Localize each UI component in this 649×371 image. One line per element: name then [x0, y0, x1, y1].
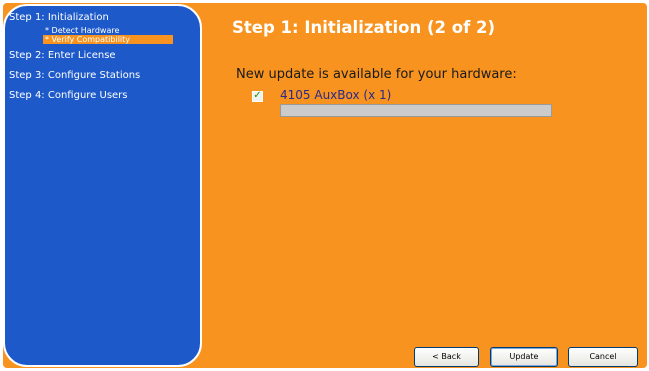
- update-message: New update is available for your hardwar…: [236, 67, 517, 82]
- cancel-button[interactable]: Cancel: [568, 347, 638, 367]
- update-progress-bar: [280, 104, 552, 117]
- sidebar-step-configure-stations: Step 3: Configure Stations: [9, 70, 141, 81]
- sidebar-step-configure-users: Step 4: Configure Users: [9, 90, 128, 101]
- back-button[interactable]: < Back: [414, 347, 479, 367]
- sidebar-step-enter-license: Step 2: Enter License: [9, 50, 116, 61]
- update-button[interactable]: Update: [490, 347, 558, 367]
- hardware-item-label: 4105 AuxBox (x 1): [280, 88, 392, 102]
- steps-sidebar: Step 1: Initialization * Detect Hardware…: [3, 4, 202, 367]
- sidebar-step-initialization: Step 1: Initialization: [9, 12, 109, 23]
- substep-verify-compatibility: * Verify Compatibility: [43, 35, 173, 44]
- page-title: Step 1: Initialization (2 of 2): [232, 18, 496, 37]
- substep-detect-hardware: * Detect Hardware: [45, 26, 120, 35]
- hardware-checkbox[interactable]: ✓: [252, 90, 263, 102]
- checkmark-icon: ✓: [253, 90, 262, 101]
- wizard-window: Step 1: Initialization * Detect Hardware…: [0, 0, 649, 371]
